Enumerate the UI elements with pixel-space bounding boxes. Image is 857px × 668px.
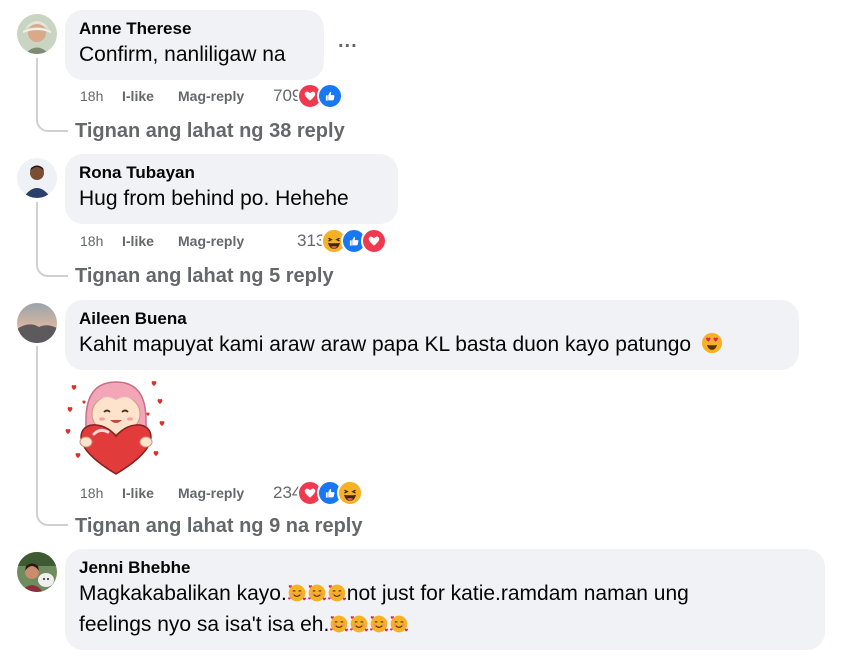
comment-bubble: Anne Therese Confirm, nanliligaw na (65, 10, 324, 80)
smiling-face-with-hearts-emoji-icon (329, 614, 349, 634)
reply-button[interactable]: Mag-reply (178, 485, 244, 501)
avatar[interactable] (17, 158, 57, 198)
like-button[interactable]: I-like (122, 88, 178, 104)
comment-text: Kahit mapuyat kami araw araw papa KL bas… (79, 329, 785, 360)
view-replies-link[interactable]: Tignan ang lahat ng 5 reply (75, 264, 334, 288)
comment-time[interactable]: 18h (80, 88, 122, 104)
reaction-summary[interactable]: 709 (273, 83, 344, 109)
smiling-face-with-hearts-emoji-icon (369, 614, 389, 634)
avatar[interactable] (17, 14, 57, 54)
comment-text-content: Kahit mapuyat kami araw araw papa KL bas… (79, 333, 692, 356)
comment-bubble: Aileen Buena Kahit mapuyat kami araw ara… (65, 300, 799, 370)
avatar[interactable] (17, 303, 57, 343)
comment-author[interactable]: Anne Therese (79, 19, 310, 39)
like-button[interactable]: I-like (122, 233, 178, 249)
comment-time[interactable]: 18h (80, 233, 122, 249)
reply-connector (36, 58, 68, 132)
like-reaction-icon (317, 83, 344, 109)
comment-actions: 18h I-like Mag-reply (80, 231, 244, 251)
reply-button[interactable]: Mag-reply (178, 233, 244, 249)
reply-button[interactable]: Mag-reply (178, 88, 244, 104)
comment-text-line1-end: not just for katie.ramdam naman ung (346, 582, 689, 605)
avatar[interactable] (17, 552, 57, 592)
girl-holding-heart-sticker (64, 376, 166, 476)
comment-text: Magkakabalikan kayo. not just for katie.r… (79, 578, 811, 640)
reaction-summary[interactable]: 234 (273, 480, 364, 506)
comment-bubble: Jenni Bhebhe Magkakabalikan kayo. not jus… (65, 549, 825, 650)
view-replies-link[interactable]: Tignan ang lahat ng 9 na reply (75, 514, 362, 538)
reply-connector (36, 202, 68, 277)
comment-bubble: Rona Tubayan Hug from behind po. Hehehe (65, 154, 398, 224)
comment-text: Confirm, nanliligaw na (79, 43, 286, 66)
comment-author[interactable]: Aileen Buena (79, 309, 785, 329)
smiling-face-with-hearts-emoji-icon (327, 583, 347, 603)
comment-text: Hug from behind po. Hehehe (79, 187, 349, 210)
comment-time[interactable]: 18h (80, 485, 122, 501)
comment-author[interactable]: Rona Tubayan (79, 163, 384, 183)
reaction-summary[interactable]: 313 (297, 228, 388, 254)
heart-eyes-emoji-icon (701, 332, 723, 354)
comment-actions: 18h I-like Mag-reply (80, 86, 244, 106)
haha-reaction-icon (337, 480, 364, 506)
smiling-face-with-hearts-emoji-icon (389, 614, 409, 634)
like-button[interactable]: I-like (122, 485, 178, 501)
comment-actions: 18h I-like Mag-reply (80, 483, 244, 503)
more-options-icon[interactable]: ... (338, 30, 358, 53)
smiling-face-with-hearts-emoji-icon (287, 583, 307, 603)
reply-connector (36, 346, 68, 526)
heart-reaction-icon (361, 228, 388, 254)
view-replies-link[interactable]: Tignan ang lahat ng 38 reply (75, 119, 345, 143)
smiling-face-with-hearts-emoji-icon (349, 614, 369, 634)
comment-author[interactable]: Jenni Bhebhe (79, 558, 811, 578)
smiling-face-with-hearts-emoji-icon (307, 583, 327, 603)
comment-text-line2: feelings nyo sa isa't isa eh. (79, 613, 330, 636)
comment-text-line1-start: Magkakabalikan kayo. (79, 582, 287, 605)
